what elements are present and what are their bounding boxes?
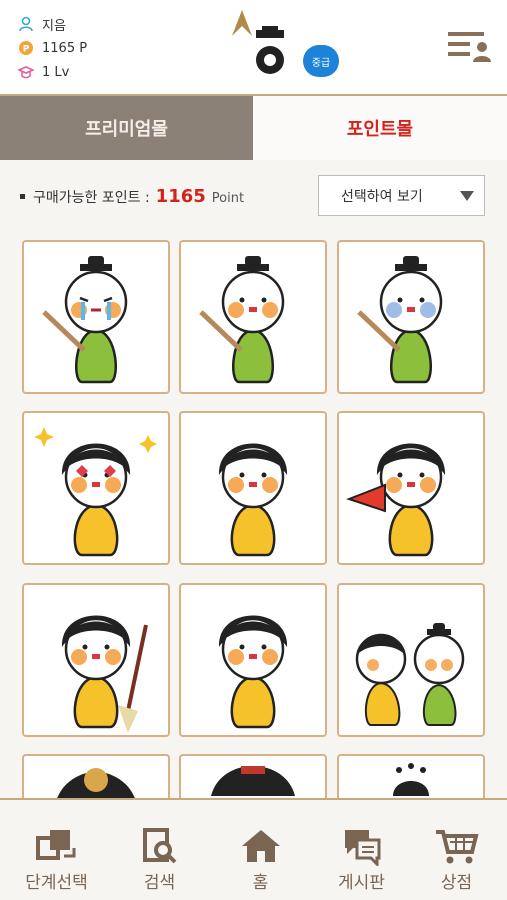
filter-select-value: 선택하여 보기 <box>341 188 423 205</box>
nav-label: 게시판 <box>338 873 385 893</box>
sticker-illustration <box>346 443 446 557</box>
sticker-illustration <box>61 615 148 733</box>
sticker-card[interactable] <box>179 411 327 565</box>
sticker-illustration <box>42 256 128 384</box>
bottom-nav: 단계선택 검색 홈 게시판 상점 <box>0 798 507 900</box>
cart-icon <box>435 830 479 864</box>
sticker-illustration <box>57 768 135 798</box>
sticker-grid <box>0 234 507 798</box>
sticker-illustration <box>218 615 288 729</box>
home-icon <box>241 830 280 862</box>
tab-premium-mall[interactable]: 프리미엄몰 <box>0 96 253 160</box>
nav-shop[interactable]: 상점 <box>406 800 507 900</box>
nav-label: 검색 <box>143 873 176 893</box>
available-points-label: 구매가능한 포인트 : <box>33 190 150 206</box>
nav-home[interactable]: 홈 <box>210 800 311 900</box>
sticker-illustration <box>199 256 285 384</box>
sticker-card[interactable] <box>179 583 327 737</box>
user-name: 지음 <box>42 18 66 34</box>
user-points: 1165 P <box>42 40 88 56</box>
user-level: 1 Lv <box>42 64 70 80</box>
sticker-card[interactable] <box>22 754 170 798</box>
point-bar: 구매가능한 포인트 : 1165 Point 선택하여 보기 <box>0 158 507 234</box>
svg-text:P: P <box>23 45 30 55</box>
user-info: 지음 P 1165 P 1 Lv <box>18 12 87 84</box>
filter-select[interactable]: 선택하여 보기 <box>318 175 485 216</box>
sticker-illustration <box>34 427 157 557</box>
bullet-icon <box>20 194 25 199</box>
nav-label: 홈 <box>252 873 269 893</box>
sticker-illustration <box>355 623 465 726</box>
chevron-down-icon <box>460 191 474 201</box>
nav-label: 단계선택 <box>25 873 88 893</box>
sticker-card[interactable] <box>337 754 485 798</box>
sticker-illustration <box>393 763 429 796</box>
nav-stage-select[interactable]: 단계선택 <box>6 800 107 900</box>
app-header: 지음 P 1165 P 1 Lv 중급 <box>0 0 507 94</box>
nav-board[interactable]: 게시판 <box>311 800 412 900</box>
available-points-value: 1165 <box>155 186 206 207</box>
graduation-cap-icon <box>18 66 34 79</box>
sticker-card[interactable] <box>179 240 327 394</box>
nav-label: 상점 <box>440 873 473 893</box>
sticker-illustration <box>211 766 295 796</box>
available-points-unit: Point <box>211 191 245 206</box>
sticker-illustration <box>357 256 443 384</box>
available-points: 구매가능한 포인트 : 1165 Point <box>20 186 244 207</box>
app-logo[interactable] <box>228 8 298 83</box>
point-coin-icon: P <box>19 41 33 55</box>
board-chat-icon <box>344 830 380 866</box>
sticker-card[interactable] <box>337 240 485 394</box>
user-level-row: 1 Lv <box>18 60 87 84</box>
grade-badge: 중급 <box>303 45 339 77</box>
nav-search[interactable]: 검색 <box>109 800 210 900</box>
user-points-row: P 1165 P <box>18 36 87 60</box>
stage-select-icon <box>35 830 75 860</box>
user-icon <box>19 16 33 32</box>
sticker-card[interactable] <box>22 583 170 737</box>
sticker-card[interactable] <box>22 411 170 565</box>
tab-point-mall[interactable]: 포인트몰 <box>253 96 507 160</box>
sticker-card[interactable] <box>22 240 170 394</box>
user-name-row: 지음 <box>18 12 87 36</box>
sticker-card[interactable] <box>337 411 485 565</box>
sticker-card[interactable] <box>337 583 485 737</box>
menu-profile-icon[interactable] <box>446 26 492 66</box>
mall-tabs: 프리미엄몰 포인트몰 <box>0 94 507 160</box>
search-book-icon <box>142 828 176 864</box>
sticker-card[interactable] <box>179 754 327 798</box>
sticker-illustration <box>218 443 288 557</box>
